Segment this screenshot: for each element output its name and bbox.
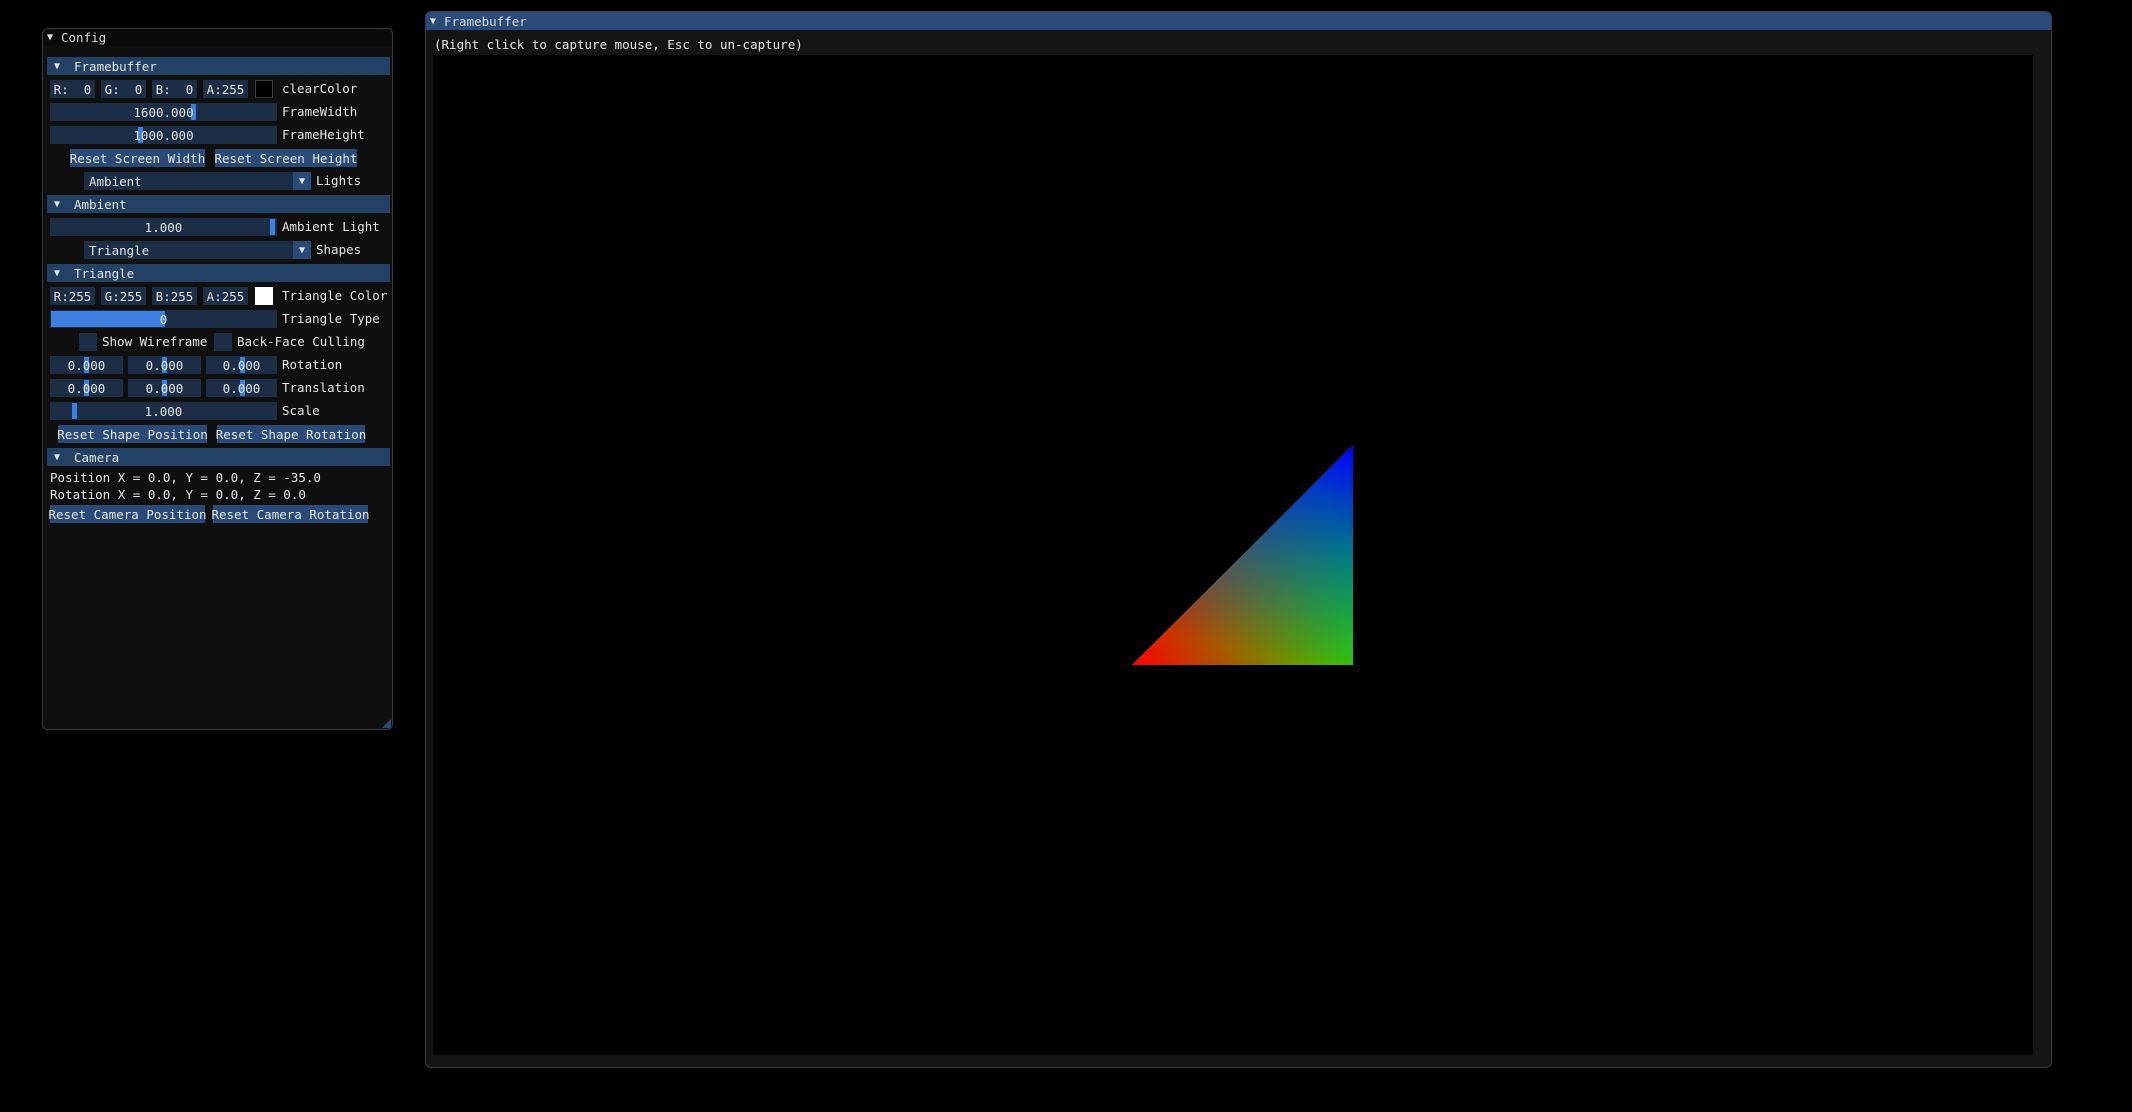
chevron-down-icon[interactable]: ▼ bbox=[293, 241, 311, 259]
framebuffer-section-header[interactable]: ▼ Framebuffer bbox=[47, 57, 390, 75]
ambient-light-label: Ambient Light bbox=[282, 219, 380, 234]
triangle-color-r[interactable]: R:255 bbox=[50, 287, 95, 305]
triangle-color-a[interactable]: A:255 bbox=[203, 287, 248, 305]
capture-hint-text: (Right click to capture mouse, Esc to un… bbox=[434, 37, 803, 52]
clear-color-a[interactable]: A:255 bbox=[203, 80, 248, 98]
reset-camera-rotation-button[interactable]: Reset Camera Rotation bbox=[211, 505, 370, 523]
frame-height-label: FrameHeight bbox=[282, 127, 365, 142]
collapse-arrow-icon: ▼ bbox=[54, 451, 61, 463]
reset-shape-position-button[interactable]: Reset Shape Position bbox=[57, 425, 208, 443]
ambient-light-grab[interactable] bbox=[270, 219, 275, 235]
triangle-type-slider[interactable]: 0 bbox=[50, 310, 277, 328]
rotation-x-drag[interactable]: 0.000 bbox=[50, 356, 123, 374]
triangle-type-label: Triangle Type bbox=[282, 311, 380, 326]
config-titlebar[interactable]: ▼ Config bbox=[43, 29, 392, 46]
camera-position-text: Position X = 0.0, Y = 0.0, Z = -35.0 bbox=[50, 470, 321, 485]
collapse-arrow-icon: ▼ bbox=[54, 198, 61, 210]
translation-label: Translation bbox=[282, 380, 365, 395]
config-title: Config bbox=[61, 30, 107, 45]
ambient-section-header[interactable]: ▼ Ambient bbox=[47, 195, 390, 213]
ambient-light-slider[interactable]: 1.000 bbox=[50, 218, 277, 236]
lights-label: Lights bbox=[316, 173, 362, 188]
reset-screen-height-button[interactable]: Reset Screen Height bbox=[215, 149, 358, 167]
collapse-arrow-icon: ▼ bbox=[54, 267, 61, 279]
frame-height-drag[interactable]: 1000.000 bbox=[50, 126, 277, 144]
rendered-triangle bbox=[1132, 445, 1353, 665]
clear-color-swatch[interactable] bbox=[255, 80, 273, 98]
shapes-combo[interactable]: Triangle ▼ bbox=[84, 241, 311, 259]
lights-combo[interactable]: Ambient ▼ bbox=[84, 172, 311, 190]
shapes-label: Shapes bbox=[316, 242, 362, 257]
rotation-label: Rotation bbox=[282, 357, 343, 372]
framebuffer-window[interactable]: ▼ Framebuffer (Right click to capture mo… bbox=[425, 11, 2052, 1068]
rendered-triangle-svg bbox=[1132, 445, 1353, 665]
reset-shape-rotation-button[interactable]: Reset Shape Rotation bbox=[216, 425, 366, 443]
translation-z-drag[interactable]: 0.000 bbox=[206, 379, 277, 397]
reset-camera-position-button[interactable]: Reset Camera Position bbox=[48, 505, 207, 523]
show-wireframe-label: Show Wireframe bbox=[102, 334, 208, 349]
clear-color-label: clearColor bbox=[282, 81, 358, 96]
translation-x-drag[interactable]: 0.000 bbox=[50, 379, 123, 397]
triangle-color-b[interactable]: B:255 bbox=[152, 287, 197, 305]
collapse-arrow-icon[interactable]: ▼ bbox=[47, 32, 61, 43]
translation-y-drag[interactable]: 0.000 bbox=[128, 379, 201, 397]
chevron-down-icon[interactable]: ▼ bbox=[293, 172, 311, 190]
scale-grab[interactable] bbox=[72, 403, 77, 419]
rotation-z-drag[interactable]: 0.000 bbox=[206, 356, 277, 374]
show-wireframe-checkbox[interactable] bbox=[79, 333, 97, 351]
back-face-culling-label: Back-Face Culling bbox=[237, 334, 365, 349]
clear-color-b[interactable]: B: 0 bbox=[152, 80, 197, 98]
triangle-color-g[interactable]: G:255 bbox=[101, 287, 146, 305]
framebuffer-title: Framebuffer bbox=[444, 13, 527, 29]
clear-color-g[interactable]: G: 0 bbox=[101, 80, 146, 98]
resize-grip-icon[interactable] bbox=[382, 719, 391, 728]
camera-rotation-text: Rotation X = 0.0, Y = 0.0, Z = 0.0 bbox=[50, 487, 306, 502]
scale-slider[interactable]: 1.000 bbox=[50, 402, 277, 420]
framebuffer-canvas[interactable] bbox=[433, 55, 2033, 1055]
frame-width-label: FrameWidth bbox=[282, 104, 358, 119]
rotation-y-drag[interactable]: 0.000 bbox=[128, 356, 201, 374]
triangle-color-swatch[interactable] bbox=[255, 287, 273, 305]
config-window[interactable]: ▼ Config ▼ Framebuffer R: 0 G: 0 B: 0 A:… bbox=[42, 28, 393, 730]
collapse-arrow-icon[interactable]: ▼ bbox=[430, 16, 444, 27]
framebuffer-titlebar[interactable]: ▼ Framebuffer bbox=[426, 12, 2051, 30]
triangle-type-fill bbox=[51, 311, 165, 327]
collapse-arrow-icon: ▼ bbox=[54, 60, 61, 72]
triangle-section-header[interactable]: ▼ Triangle bbox=[47, 264, 390, 282]
camera-section-header[interactable]: ▼ Camera bbox=[47, 448, 390, 466]
triangle-color-label: Triangle Color bbox=[282, 288, 388, 303]
reset-screen-width-button[interactable]: Reset Screen Width bbox=[70, 149, 205, 167]
clear-color-r[interactable]: R: 0 bbox=[50, 80, 95, 98]
frame-width-drag[interactable]: 1600.000 bbox=[50, 103, 277, 121]
scale-label: Scale bbox=[282, 403, 320, 418]
back-face-culling-checkbox[interactable] bbox=[214, 333, 232, 351]
